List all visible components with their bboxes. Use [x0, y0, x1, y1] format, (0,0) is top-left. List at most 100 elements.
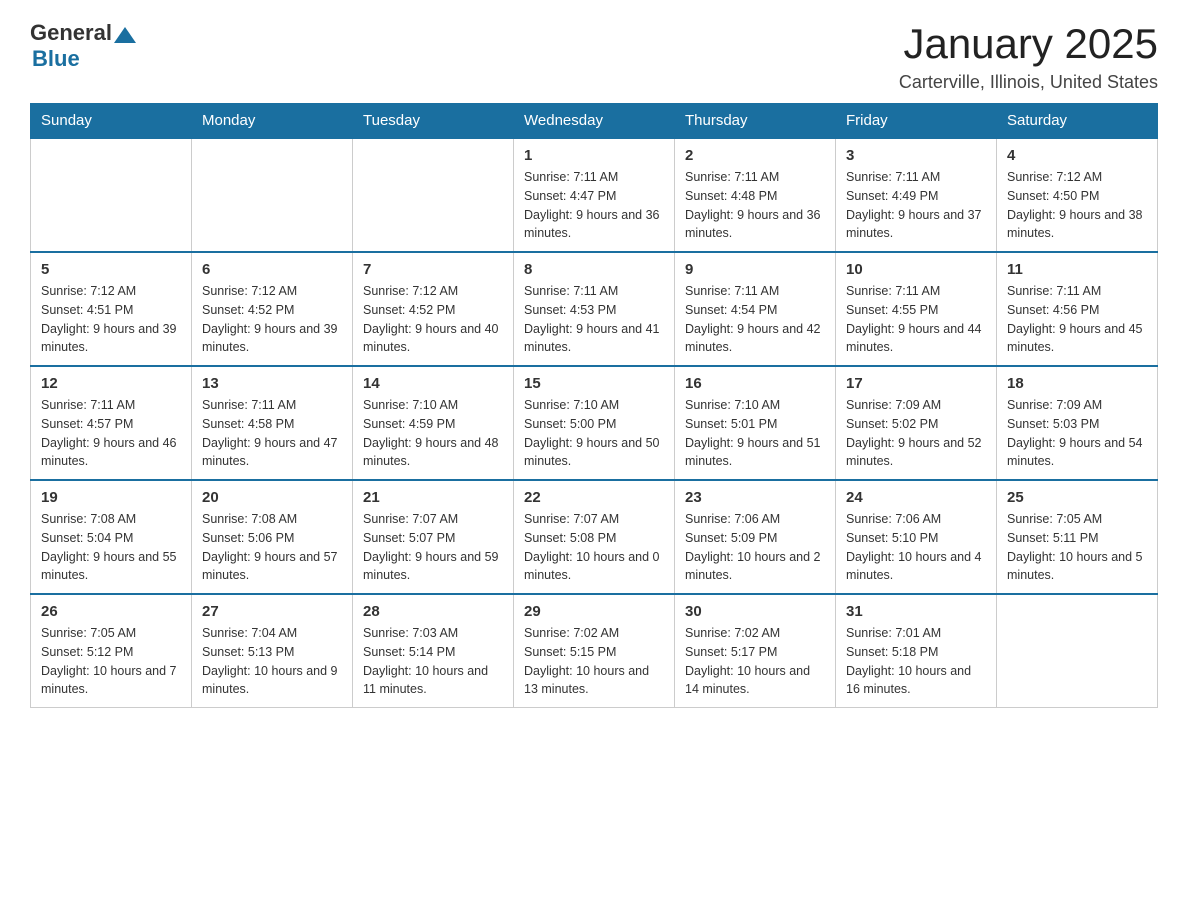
col-monday: Monday: [192, 104, 353, 139]
day-info: Sunrise: 7:12 AMSunset: 4:50 PMDaylight:…: [1007, 168, 1147, 243]
logo-triangle-icon: [114, 25, 136, 43]
day-info: Sunrise: 7:02 AMSunset: 5:15 PMDaylight:…: [524, 624, 664, 699]
col-tuesday: Tuesday: [353, 104, 514, 139]
calendar-week-row: 12 Sunrise: 7:11 AMSunset: 4:57 PMDayligh…: [31, 366, 1158, 480]
day-number: 12: [41, 375, 181, 392]
day-info: Sunrise: 7:11 AMSunset: 4:56 PMDaylight:…: [1007, 282, 1147, 357]
table-row: 27Sunrise: 7:04 AMSunset: 5:13 PMDayligh…: [192, 594, 353, 708]
day-info: Sunrise: 7:10 AMSunset: 5:01 PMDaylight:…: [685, 396, 825, 471]
day-info: Sunrise: 7:11 AMSunset: 4:54 PMDaylight:…: [685, 282, 825, 357]
day-number: 20: [202, 489, 342, 506]
table-row: 19 Sunrise: 7:08 AMSunset: 5:04 PMDayligh…: [31, 480, 192, 594]
day-info: Sunrise: 7:11 AMSunset: 4:57 PMDaylight:…: [41, 396, 181, 471]
day-info: Sunrise: 7:07 AMSunset: 5:08 PMDaylight:…: [524, 510, 664, 585]
day-number: 21: [363, 489, 503, 506]
day-info: Sunrise: 7:12 AMSunset: 4:52 PMDaylight:…: [363, 282, 503, 357]
calendar-week-row: 5 Sunrise: 7:12 AMSunset: 4:51 PMDaylight…: [31, 252, 1158, 366]
col-saturday: Saturday: [997, 104, 1158, 139]
table-row: 31 Sunrise: 7:01 AMSunset: 5:18 PMDayligh…: [836, 594, 997, 708]
table-row: 16 Sunrise: 7:10 AMSunset: 5:01 PMDayligh…: [675, 366, 836, 480]
table-row: 13Sunrise: 7:11 AMSunset: 4:58 PMDayligh…: [192, 366, 353, 480]
title-area: January 2025 Carterville, Illinois, Unit…: [899, 20, 1158, 93]
day-info: Sunrise: 7:04 AMSunset: 5:13 PMDaylight:…: [202, 624, 342, 699]
day-info: Sunrise: 7:01 AMSunset: 5:18 PMDaylight:…: [846, 624, 986, 699]
table-row: 11 Sunrise: 7:11 AMSunset: 4:56 PMDayligh…: [997, 252, 1158, 366]
table-row: 15Sunrise: 7:10 AMSunset: 5:00 PMDayligh…: [514, 366, 675, 480]
day-info: Sunrise: 7:08 AMSunset: 5:04 PMDaylight:…: [41, 510, 181, 585]
day-number: 17: [846, 375, 986, 392]
table-row: 25 Sunrise: 7:05 AMSunset: 5:11 PMDayligh…: [997, 480, 1158, 594]
table-row: 21 Sunrise: 7:07 AMSunset: 5:07 PMDayligh…: [353, 480, 514, 594]
day-number: 11: [1007, 261, 1147, 278]
table-row: 28 Sunrise: 7:03 AMSunset: 5:14 PMDayligh…: [353, 594, 514, 708]
day-number: 7: [363, 261, 503, 278]
day-info: Sunrise: 7:11 AMSunset: 4:53 PMDaylight:…: [524, 282, 664, 357]
day-number: 14: [363, 375, 503, 392]
table-row: 26 Sunrise: 7:05 AMSunset: 5:12 PMDayligh…: [31, 594, 192, 708]
day-info: Sunrise: 7:06 AMSunset: 5:10 PMDaylight:…: [846, 510, 986, 585]
day-info: Sunrise: 7:11 AMSunset: 4:47 PMDaylight:…: [524, 168, 664, 243]
col-friday: Friday: [836, 104, 997, 139]
day-info: Sunrise: 7:08 AMSunset: 5:06 PMDaylight:…: [202, 510, 342, 585]
day-number: 9: [685, 261, 825, 278]
table-row: [31, 138, 192, 252]
day-number: 25: [1007, 489, 1147, 506]
day-info: Sunrise: 7:12 AMSunset: 4:52 PMDaylight:…: [202, 282, 342, 357]
table-row: 14 Sunrise: 7:10 AMSunset: 4:59 PMDayligh…: [353, 366, 514, 480]
logo: General Blue: [30, 20, 136, 72]
table-row: 3Sunrise: 7:11 AMSunset: 4:49 PMDaylight…: [836, 138, 997, 252]
day-number: 1: [524, 147, 664, 164]
day-number: 22: [524, 489, 664, 506]
day-info: Sunrise: 7:11 AMSunset: 4:58 PMDaylight:…: [202, 396, 342, 471]
logo-blue-text: Blue: [32, 46, 80, 72]
day-number: 18: [1007, 375, 1147, 392]
day-info: Sunrise: 7:11 AMSunset: 4:48 PMDaylight:…: [685, 168, 825, 243]
day-number: 28: [363, 603, 503, 620]
table-row: 17Sunrise: 7:09 AMSunset: 5:02 PMDayligh…: [836, 366, 997, 480]
calendar-table: Sunday Monday Tuesday Wednesday Thursday…: [30, 103, 1158, 708]
day-info: Sunrise: 7:09 AMSunset: 5:03 PMDaylight:…: [1007, 396, 1147, 471]
day-info: Sunrise: 7:11 AMSunset: 4:55 PMDaylight:…: [846, 282, 986, 357]
day-info: Sunrise: 7:02 AMSunset: 5:17 PMDaylight:…: [685, 624, 825, 699]
day-number: 2: [685, 147, 825, 164]
day-info: Sunrise: 7:11 AMSunset: 4:49 PMDaylight:…: [846, 168, 986, 243]
day-number: 5: [41, 261, 181, 278]
day-number: 10: [846, 261, 986, 278]
subtitle: Carterville, Illinois, United States: [899, 72, 1158, 93]
day-number: 29: [524, 603, 664, 620]
day-number: 4: [1007, 147, 1147, 164]
calendar-header-row: Sunday Monday Tuesday Wednesday Thursday…: [31, 104, 1158, 139]
table-row: 30 Sunrise: 7:02 AMSunset: 5:17 PMDayligh…: [675, 594, 836, 708]
day-number: 23: [685, 489, 825, 506]
day-number: 8: [524, 261, 664, 278]
day-number: 26: [41, 603, 181, 620]
table-row: [192, 138, 353, 252]
day-number: 31: [846, 603, 986, 620]
table-row: 6Sunrise: 7:12 AMSunset: 4:52 PMDaylight…: [192, 252, 353, 366]
day-number: 24: [846, 489, 986, 506]
col-wednesday: Wednesday: [514, 104, 675, 139]
table-row: 23 Sunrise: 7:06 AMSunset: 5:09 PMDayligh…: [675, 480, 836, 594]
day-info: Sunrise: 7:07 AMSunset: 5:07 PMDaylight:…: [363, 510, 503, 585]
table-row: 22 Sunrise: 7:07 AMSunset: 5:08 PMDayligh…: [514, 480, 675, 594]
day-number: 30: [685, 603, 825, 620]
table-row: 8 Sunrise: 7:11 AMSunset: 4:53 PMDaylight…: [514, 252, 675, 366]
day-number: 19: [41, 489, 181, 506]
table-row: 2 Sunrise: 7:11 AMSunset: 4:48 PMDaylight…: [675, 138, 836, 252]
table-row: 12 Sunrise: 7:11 AMSunset: 4:57 PMDayligh…: [31, 366, 192, 480]
day-info: Sunrise: 7:05 AMSunset: 5:11 PMDaylight:…: [1007, 510, 1147, 585]
day-info: Sunrise: 7:10 AMSunset: 4:59 PMDaylight:…: [363, 396, 503, 471]
table-row: 4 Sunrise: 7:12 AMSunset: 4:50 PMDaylight…: [997, 138, 1158, 252]
day-info: Sunrise: 7:12 AMSunset: 4:51 PMDaylight:…: [41, 282, 181, 357]
table-row: [997, 594, 1158, 708]
table-row: 10 Sunrise: 7:11 AMSunset: 4:55 PMDayligh…: [836, 252, 997, 366]
day-info: Sunrise: 7:05 AMSunset: 5:12 PMDaylight:…: [41, 624, 181, 699]
logo-general-text: General: [30, 20, 112, 46]
table-row: 5 Sunrise: 7:12 AMSunset: 4:51 PMDaylight…: [31, 252, 192, 366]
page-header: General Blue January 2025 Carterville, I…: [30, 20, 1158, 93]
day-number: 16: [685, 375, 825, 392]
day-info: Sunrise: 7:06 AMSunset: 5:09 PMDaylight:…: [685, 510, 825, 585]
table-row: 1 Sunrise: 7:11 AMSunset: 4:47 PMDaylight…: [514, 138, 675, 252]
main-title: January 2025: [899, 20, 1158, 68]
day-info: Sunrise: 7:03 AMSunset: 5:14 PMDaylight:…: [363, 624, 503, 699]
